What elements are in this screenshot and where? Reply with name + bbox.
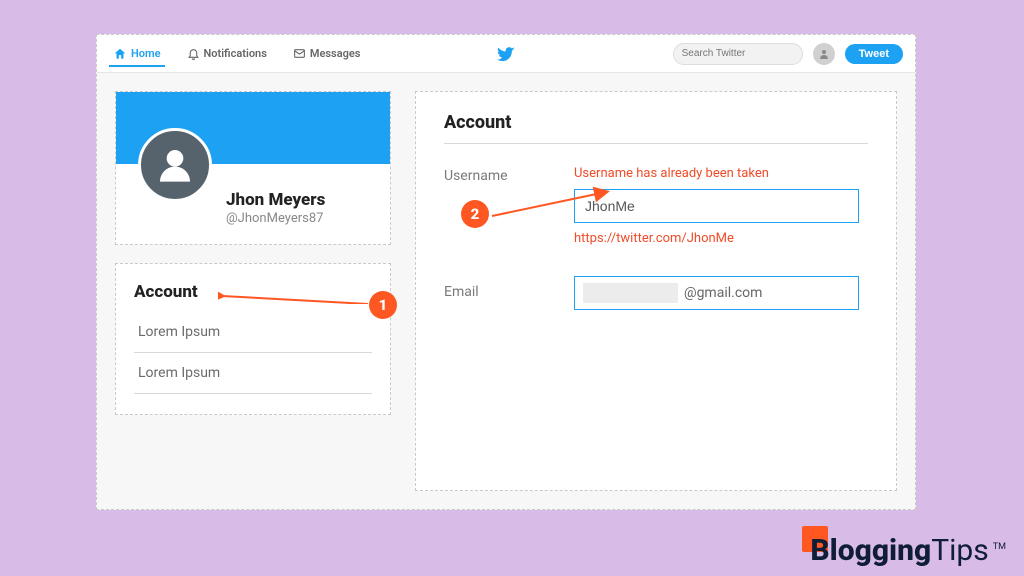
email-row: Email @gmail.com — [444, 276, 868, 310]
email-domain: @gmail.com — [684, 285, 762, 301]
nav-notifications-label: Notifications — [204, 47, 267, 60]
watermark-tm: TM — [993, 542, 1006, 552]
topbar: Home Notifications Messages — [97, 35, 915, 73]
search-box[interactable] — [673, 43, 803, 65]
mail-icon — [293, 47, 306, 60]
sidebar-item[interactable]: Lorem Ipsum — [134, 312, 372, 353]
settings-title: Account — [444, 112, 868, 144]
profile-card: Jhon Meyers @JhonMeyers87 — [115, 91, 391, 245]
sidebar-menu-title[interactable]: Account — [134, 282, 372, 312]
home-icon — [113, 47, 127, 61]
avatar-large — [138, 128, 212, 202]
avatar-small[interactable] — [813, 43, 835, 65]
username-url: https://twitter.com/JhonMe — [574, 231, 868, 246]
watermark-text-2: Tips — [931, 533, 989, 568]
nav-notifications[interactable]: Notifications — [183, 41, 271, 66]
settings-panel: Account Username Username has already be… — [415, 91, 897, 491]
tweet-button[interactable]: Tweet — [845, 44, 903, 64]
sidebar-item[interactable]: Lorem Ipsum — [134, 353, 372, 394]
email-redacted — [583, 283, 678, 303]
annotation-badge-1: 1 — [369, 291, 397, 319]
username-error: Username has already been taken — [574, 166, 868, 181]
annotation-badge-2: 2 — [461, 200, 489, 228]
watermark-text-1: Blogging — [810, 533, 931, 568]
handle: @JhonMeyers87 — [226, 211, 376, 226]
app-logo — [497, 45, 515, 63]
email-input[interactable]: @gmail.com — [574, 276, 859, 310]
sidebar-menu: Account Lorem Ipsum Lorem Ipsum — [115, 263, 391, 415]
bell-icon — [187, 47, 200, 60]
username-row: Username Username has already been taken… — [444, 166, 868, 246]
username-input[interactable] — [574, 189, 859, 223]
app-window: Home Notifications Messages — [96, 34, 916, 510]
main-area: Jhon Meyers @JhonMeyers87 Account Lorem … — [97, 73, 915, 509]
search-input[interactable] — [682, 48, 814, 59]
watermark: BloggingTips TM — [780, 533, 1006, 568]
username-label: Username — [444, 166, 574, 184]
nav-messages[interactable]: Messages — [289, 41, 365, 66]
nav-home[interactable]: Home — [109, 41, 165, 67]
display-name: Jhon Meyers — [226, 190, 376, 210]
nav-messages-label: Messages — [310, 47, 361, 60]
nav-home-label: Home — [131, 47, 161, 60]
email-label: Email — [444, 276, 574, 300]
